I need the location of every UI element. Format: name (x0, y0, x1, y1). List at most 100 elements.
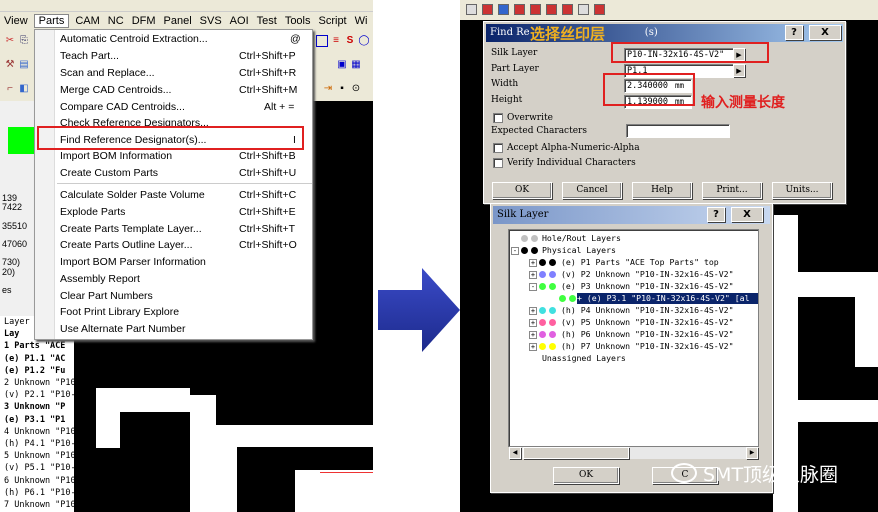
list-item[interactable]: 5 Unknown "P10- (4, 450, 74, 462)
expand-icon[interactable]: + (529, 331, 537, 339)
menu-dfm[interactable]: DFM (128, 15, 160, 27)
menu-test[interactable]: Test (253, 15, 281, 27)
toolbar-icon[interactable]: ⚒ (4, 59, 16, 71)
toolbar-icon[interactable]: ▣ (336, 59, 348, 71)
s-icon[interactable]: S (344, 35, 356, 47)
list-item[interactable]: 1 Parts "ACE (4, 340, 74, 352)
list-item[interactable]: 2 Unknown "P10- (4, 377, 74, 389)
units-button[interactable]: Units... (772, 182, 832, 199)
list-item[interactable]: (e) P1.1 "AC (4, 353, 74, 365)
collapse-icon[interactable]: - (511, 247, 519, 255)
toolbar-icon[interactable]: ▤ (18, 59, 30, 71)
expected-characters-field[interactable] (626, 124, 730, 138)
overwrite-checkbox[interactable] (493, 113, 503, 123)
part-layer-arrow-icon[interactable]: ▶ (733, 64, 745, 77)
toolbar-icon[interactable]: ▦ (350, 59, 362, 71)
accept-alpha-checkbox[interactable] (493, 143, 503, 153)
tree-item-physical-layers[interactable]: Physical Layers (542, 245, 616, 256)
expand-icon[interactable]: + (529, 259, 537, 267)
expand-icon[interactable]: + (529, 343, 537, 351)
expand-icon[interactable]: + (529, 307, 537, 315)
menu-parts[interactable]: Parts (33, 13, 70, 28)
menu-item-explode-parts[interactable]: Explode Parts Ctrl+Shift+E (35, 204, 312, 220)
collapse-icon[interactable]: - (529, 283, 537, 291)
menu-item-scan-replace[interactable]: Scan and Replace... Ctrl+Shift+R (35, 65, 312, 81)
cancel-button[interactable]: Cancel (562, 182, 622, 199)
tree-item-p4[interactable]: (h) P4 Unknown "P10-IN-32x16-4S-V2" (561, 305, 734, 316)
toolbar-icon[interactable]: ⇥ (322, 83, 334, 95)
tree-item-unassigned[interactable]: Unassigned Layers (542, 353, 626, 364)
list-item[interactable]: (e) P1.2 "Fu (4, 365, 74, 377)
toolbar-icon[interactable] (482, 4, 493, 15)
toolbar-icon[interactable] (466, 4, 477, 15)
menu-nc[interactable]: NC (104, 15, 128, 27)
toolbar-icon[interactable] (546, 4, 557, 15)
list-item[interactable]: 6 Unknown "P10- (4, 475, 74, 487)
menu-item-compare-cad[interactable]: Compare CAD Centroids... Alt + = (35, 99, 312, 115)
toolbar-icon[interactable] (514, 4, 525, 15)
tree-item-p6[interactable]: (h) P6 Unknown "P10-IN-32x16-4S-V2" (561, 329, 734, 340)
list-item[interactable]: (e) P3.1 "P1 (4, 414, 74, 426)
toolbar-icon[interactable] (594, 4, 605, 15)
list-item[interactable]: (v) P2.1 "P10- (4, 389, 74, 401)
toolbar-icon[interactable] (578, 4, 589, 15)
tree-item-p3-1-selected[interactable]: + (e) P3.1 "P10-IN-32x16-4S-V2" [al (577, 293, 758, 304)
menu-aoi[interactable]: AOI (226, 15, 253, 27)
menu-cam[interactable]: CAM (71, 15, 103, 27)
menu-item-parts-outline[interactable]: Create Parts Outline Layer... Ctrl+Shift+… (35, 237, 312, 253)
menu-item-merge-cad[interactable]: Merge CAD Centroids... Ctrl+Shift+M (35, 82, 312, 98)
list-item[interactable]: 7 Unknown "P10- (4, 499, 74, 511)
ok-button[interactable]: OK (492, 182, 552, 199)
menu-script[interactable]: Script (315, 15, 351, 27)
layers-icon[interactable]: ≡ (330, 35, 342, 47)
list-item[interactable]: 3 Unknown "P (4, 401, 74, 413)
copy-icon[interactable]: ⎘ (18, 35, 30, 47)
list-item[interactable]: (v) P5.1 "P10- (4, 462, 74, 474)
menu-panel[interactable]: Panel (160, 15, 196, 27)
menu-item-footprint-library[interactable]: Foot Print Library Explore (35, 304, 312, 320)
menu-item-import-bom[interactable]: Import BOM Information Ctrl+Shift+B (35, 148, 312, 164)
menu-item-auto-centroid[interactable]: Automatic Centroid Extraction... @ (35, 31, 312, 47)
tree-item-p2[interactable]: (v) P2 Unknown "P10-IN-32x16-4S-V2" (561, 269, 734, 280)
verify-characters-checkbox[interactable] (493, 158, 503, 168)
tree-item-p1[interactable]: (e) P1 Parts "ACE Top Parts" top (561, 257, 719, 268)
menu-item-custom-parts[interactable]: Create Custom Parts Ctrl+Shift+U (35, 165, 312, 181)
menu-view[interactable]: View (0, 15, 32, 27)
menu-svs[interactable]: SVS (196, 15, 226, 27)
menu-item-clear-part-numbers[interactable]: Clear Part Numbers (35, 288, 312, 304)
tree-item-p7[interactable]: (h) P7 Unknown "P10-IN-32x16-4S-V2" (561, 341, 734, 352)
tree-item-hole-rout[interactable]: Hole/Rout Layers (542, 233, 621, 244)
expand-icon[interactable]: + (529, 319, 537, 327)
ok-button[interactable]: OK (553, 467, 619, 484)
menu-item-solder-paste[interactable]: Calculate Solder Paste Volume Ctrl+Shift+… (35, 187, 312, 203)
circle-icon[interactable]: ◯ (358, 35, 370, 47)
list-item[interactable]: (h) P4.1 "P10- (4, 438, 74, 450)
menu-tools[interactable]: Tools (281, 15, 315, 27)
menu-item-teach-part[interactable]: Teach Part... Ctrl+Shift+P (35, 48, 312, 64)
close-button[interactable]: X (731, 207, 763, 222)
toolbar-icon[interactable] (530, 4, 541, 15)
scroll-thumb[interactable] (523, 447, 629, 459)
square-icon[interactable] (316, 35, 328, 47)
print-button[interactable]: Print... (702, 182, 762, 199)
toolbar-icon[interactable] (562, 4, 573, 15)
help-button[interactable]: Help (632, 182, 692, 199)
toolbar-icon[interactable]: ⊙ (350, 83, 362, 95)
menu-window[interactable]: Wi (351, 15, 372, 27)
list-item[interactable]: 4 Unknown "P10- (4, 426, 74, 438)
toolbar-icon[interactable]: ◧ (18, 83, 30, 95)
toolbar-icon[interactable]: ✂ (4, 35, 16, 47)
scroll-left-icon[interactable]: ◀ (509, 447, 521, 459)
toolbar-icon[interactable] (498, 4, 509, 15)
help-button[interactable]: ? (707, 207, 725, 222)
menu-item-alternate-part[interactable]: Use Alternate Part Number (35, 321, 312, 337)
toolbar-icon[interactable]: ⌐ (4, 83, 16, 95)
tree-item-p3[interactable]: (e) P3 Unknown "P10-IN-32x16-4S-V2" (561, 281, 734, 292)
expand-icon[interactable]: + (529, 271, 537, 279)
menu-item-bom-parser[interactable]: Import BOM Parser Information (35, 254, 312, 270)
menu-item-assembly-report[interactable]: Assembly Report (35, 271, 312, 287)
toolbar-icon[interactable]: ▪ (336, 83, 348, 95)
tree-item-p5[interactable]: (v) P5 Unknown "P10-IN-32x16-4S-V2" (561, 317, 734, 328)
close-button[interactable]: X (809, 25, 841, 40)
list-item[interactable]: (h) P6.1 "P10- (4, 487, 74, 499)
